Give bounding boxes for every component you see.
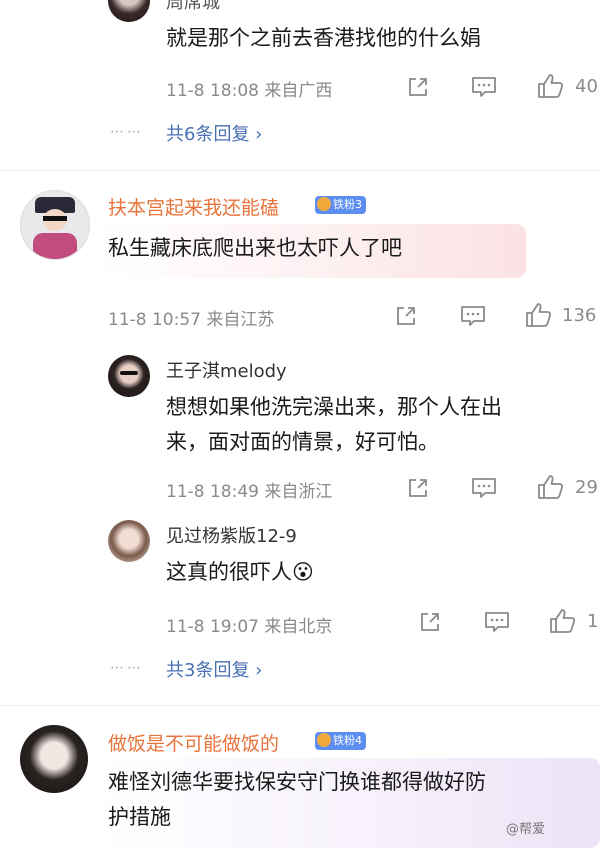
like-count: 136: [562, 305, 597, 326]
comment-icon[interactable]: [460, 304, 486, 328]
reply-text: 就是那个之前去香港找他的什么娟: [166, 26, 481, 50]
like-icon[interactable]: [537, 474, 565, 500]
more-replies-link[interactable]: 共3条回复 ›: [166, 656, 262, 682]
avatar[interactable]: [108, 0, 150, 22]
avatar[interactable]: [20, 725, 88, 793]
comment-icon[interactable]: [471, 476, 497, 500]
reply-text-line1: 想想如果他洗完澡出来，那个人在出: [166, 395, 502, 419]
like-count: 1: [587, 611, 599, 632]
comment-icon[interactable]: [484, 610, 510, 634]
comment-username[interactable]: 做饭是不可能做饭的: [108, 729, 279, 756]
like-count: 40: [575, 76, 598, 97]
reply-text-content: 这真的很吓人: [166, 560, 292, 584]
comment-username[interactable]: 扶本宫起来我还能磕: [108, 193, 279, 220]
fan-badge-label: 铁粉4: [333, 734, 362, 747]
reply-meta: 11-8 18:49 来自浙江: [166, 482, 333, 502]
divider: [0, 705, 600, 706]
avatar[interactable]: [108, 520, 150, 562]
like-icon[interactable]: [549, 608, 577, 634]
fan-badge: 铁粉3: [315, 196, 366, 214]
avatar[interactable]: [108, 355, 150, 397]
reply-text-line2: 来，面对面的情景，好可怕。: [166, 430, 439, 454]
fan-badge-label: 铁粉3: [333, 198, 362, 211]
more-replies-link[interactable]: 共6条回复 ›: [166, 120, 262, 146]
reply-username[interactable]: 周席城: [166, 0, 220, 14]
share-icon[interactable]: [406, 476, 430, 500]
like-icon[interactable]: [537, 73, 565, 99]
comment-icon[interactable]: [471, 75, 497, 99]
reply-username[interactable]: 王子淇melody: [166, 357, 287, 383]
more-dots: ⋯⋯: [110, 124, 144, 140]
avatar[interactable]: [20, 190, 90, 260]
fan-badge: 铁粉4: [315, 732, 366, 750]
more-dots: ⋯⋯: [110, 660, 144, 676]
watermark: @帮爱: [506, 822, 546, 837]
reply-text: 这真的很吓人😮: [166, 556, 314, 589]
reply-meta: 11-8 19:07 来自北京: [166, 617, 333, 637]
comment-meta: 11-8 10:57 来自江苏: [108, 310, 275, 330]
like-icon[interactable]: [525, 302, 553, 328]
share-icon[interactable]: [394, 304, 418, 328]
reply-username[interactable]: 见过杨紫版12-9: [166, 522, 297, 548]
surprised-emoji-icon: 😮: [292, 560, 314, 584]
reply-meta: 11-8 18:08 来自广西: [166, 81, 333, 101]
comment-text-line2: 护措施: [108, 805, 171, 829]
comment-text-line1: 难怪刘德华要找保安守门换谁都得做好防: [108, 770, 486, 794]
share-icon[interactable]: [406, 75, 430, 99]
crown-icon: [317, 733, 331, 747]
share-icon[interactable]: [418, 610, 442, 634]
crown-icon: [317, 197, 331, 211]
like-count: 29: [575, 477, 598, 498]
comment-text: 私生藏床底爬出来也太吓人了吧: [108, 236, 402, 260]
divider: [0, 170, 600, 171]
